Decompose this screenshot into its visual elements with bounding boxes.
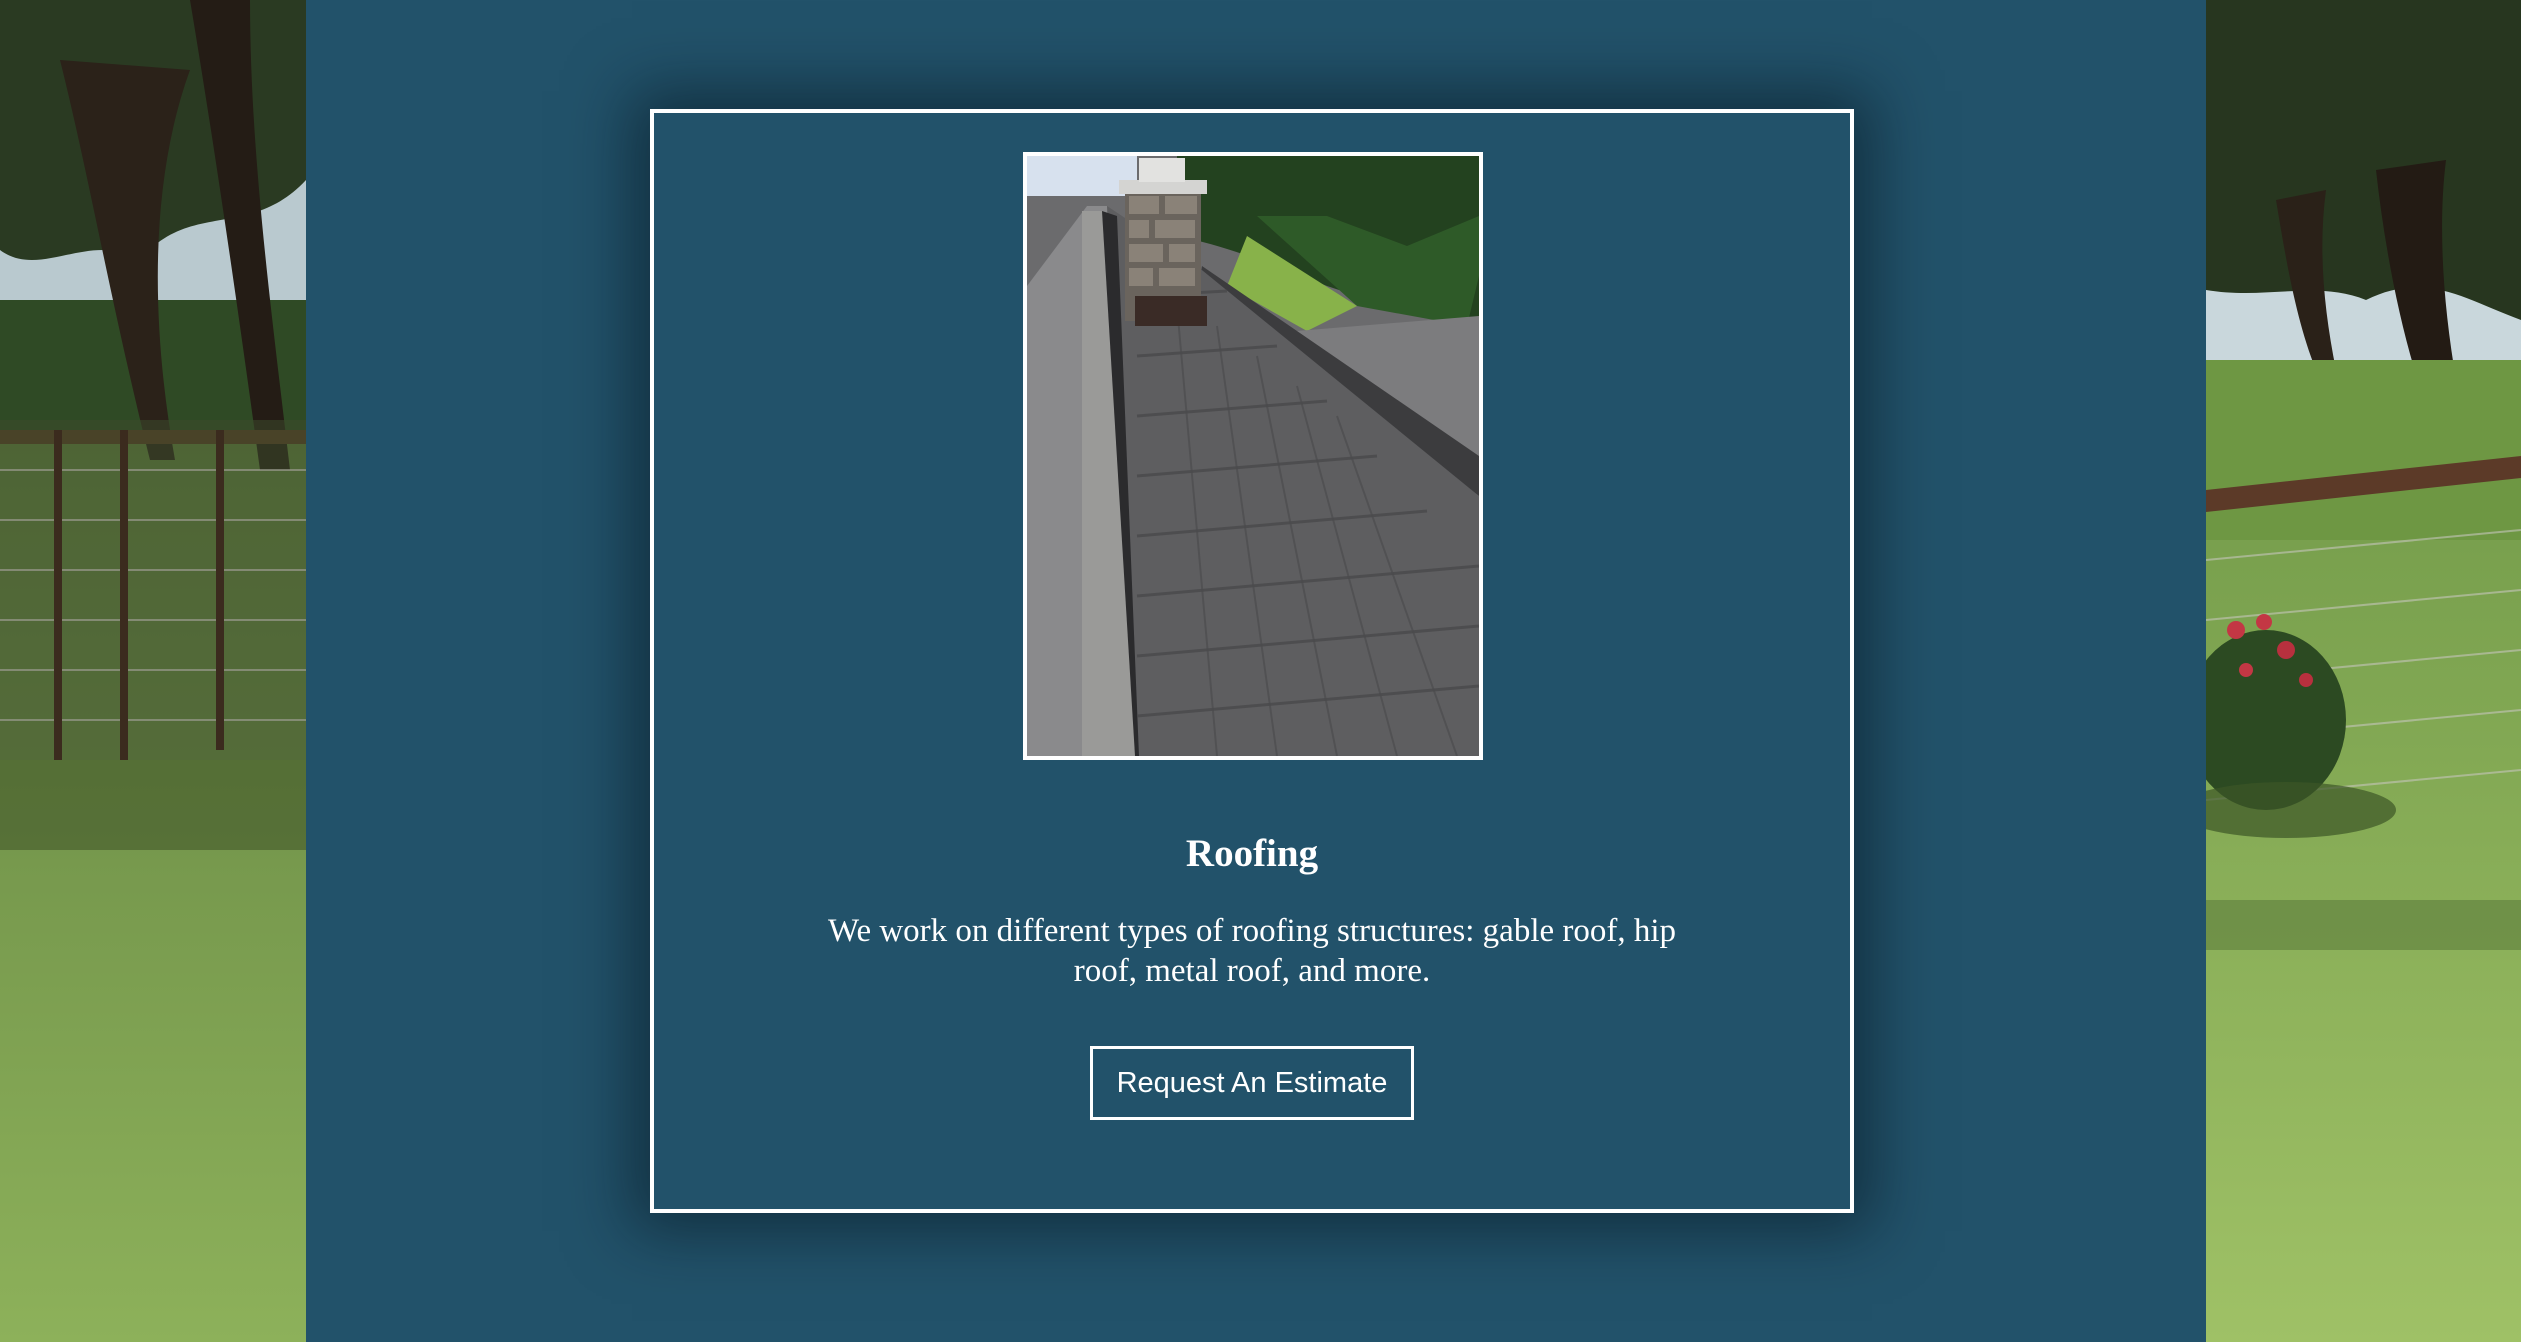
background-photo-right (2206, 0, 2521, 1342)
service-title: Roofing (1185, 832, 1319, 875)
content-panel: Roofing We work on different types of ro… (306, 0, 2206, 1342)
request-estimate-button[interactable]: Request An Estimate (1090, 1046, 1414, 1120)
background-photo-left (0, 0, 306, 1342)
roofing-photo (1023, 152, 1483, 760)
page: Roofing We work on different types of ro… (0, 0, 2521, 1342)
service-description: We work on different types of roofing st… (827, 913, 1677, 989)
service-card: Roofing We work on different types of ro… (650, 109, 1854, 1213)
